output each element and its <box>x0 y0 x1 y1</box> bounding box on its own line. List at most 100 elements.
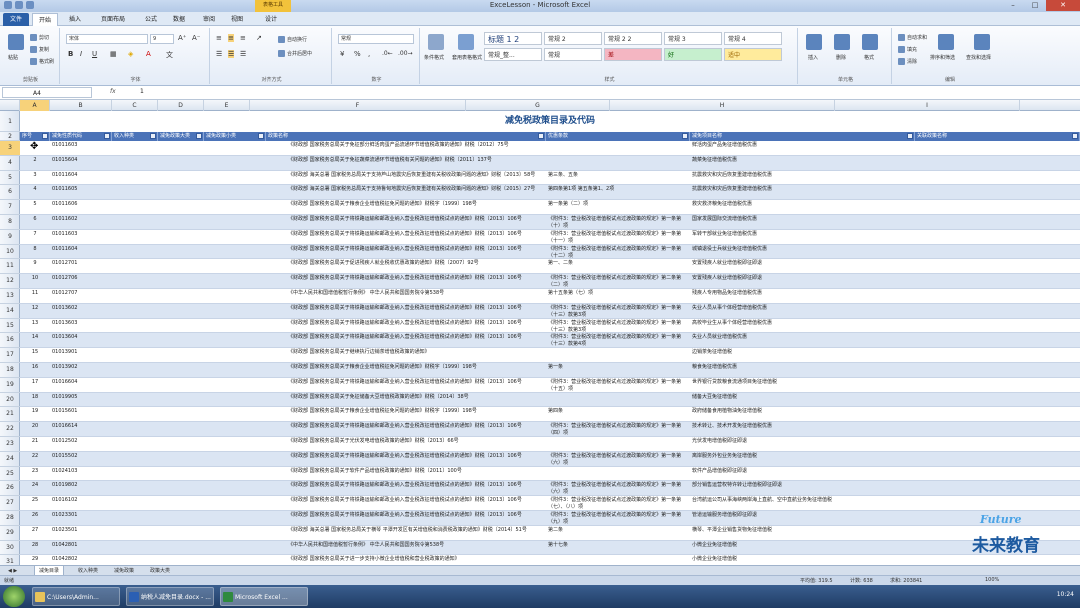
format-as-table-button[interactable]: 套用表格格式 <box>452 54 482 61</box>
cell-code[interactable]: 01011603 <box>50 230 112 245</box>
row-header[interactable]: 7 <box>0 200 20 215</box>
cell-clause[interactable]: 第一条第（二）项 <box>546 200 690 215</box>
cell-clause[interactable]: 第一条 <box>546 363 690 378</box>
start-button-icon[interactable] <box>3 586 25 607</box>
cell-policy[interactable]: 《财政部 国家税务总局关于免征部分鲜活肉蛋产品流通环节增值税政策的通知》财税〔2… <box>286 141 548 156</box>
cell-policy[interactable]: 《财政部 国家税务总局关于将铁路运输和邮政业纳入营业税改征增值税试点的通知》财税… <box>286 378 548 393</box>
cell-code[interactable]: 01015601 <box>50 407 112 422</box>
paste-button[interactable]: 粘贴 <box>8 54 18 61</box>
percent-icon[interactable]: % <box>354 50 361 58</box>
sheet-title[interactable]: 减免税政策目录及代码 <box>20 111 1080 132</box>
cell-item[interactable]: 蔬菜免征增值税优惠 <box>690 156 915 171</box>
delete-cells-icon[interactable] <box>834 34 850 50</box>
cell-item[interactable]: 世界银行贷款粮食流通项目免征增值税 <box>690 378 915 393</box>
cell-clause[interactable] <box>546 141 690 156</box>
row-header[interactable]: 19 <box>0 378 20 393</box>
tab-design[interactable]: 设计 <box>256 13 286 26</box>
cell-style-swatch[interactable]: 常规 2 <box>544 32 602 45</box>
row-header[interactable]: 11 <box>0 259 20 275</box>
cell-n[interactable]: 27 <box>20 526 50 541</box>
align-left-icon[interactable]: ☰ <box>216 50 222 58</box>
tab-file[interactable]: 文件 <box>3 13 29 26</box>
align-middle-icon[interactable]: ≡ <box>228 34 234 42</box>
cell-n[interactable]: 19 <box>20 407 50 422</box>
cell-style-swatch[interactable]: 差 <box>604 48 662 61</box>
cell-code[interactable]: 01013603 <box>50 319 112 334</box>
cell-clause[interactable]: 《附件3：营业税改征增值税试点过渡政策的规定》第一条第（十三）款第4项 <box>546 333 690 348</box>
row-header[interactable]: 3 <box>0 141 20 156</box>
cell-policy[interactable]: 《财政部 国家税务总局关于将铁路运输和邮政业纳入营业税改征增值税试点的通知》财税… <box>286 304 548 319</box>
cell-style-swatch[interactable]: 好 <box>664 48 722 61</box>
sort-filter-icon[interactable] <box>938 34 954 50</box>
cell-code[interactable]: 01016614 <box>50 422 112 437</box>
cell-item[interactable]: 失业人员从事个体经营增值税优惠 <box>690 304 915 319</box>
cell-item[interactable]: 管道运输服务增值税即征即退 <box>690 511 915 526</box>
number-format-select[interactable]: 常规 <box>338 34 414 44</box>
maximize-icon[interactable]: □ <box>1024 0 1046 11</box>
cell-policy[interactable]: 《财政部 海关总署 国家税务总局关于横琴 平潭开发区有关增值税和消费税政策的通知… <box>286 526 548 541</box>
cell-n[interactable]: 4 <box>20 185 50 200</box>
cell-policy[interactable]: 《财政部 国家税务总局关于免征储备大豆增值税政策的通知》财税〔2014〕38号 <box>286 393 548 408</box>
cell-n[interactable]: 18 <box>20 393 50 408</box>
cell-item[interactable]: 抗震救灾和灾后恢复重建增值税优惠 <box>690 171 915 186</box>
wrap-text-button[interactable]: 自动换行 <box>278 36 307 43</box>
table-row[interactable]: 20 01016614 《财政部 国家税务总局关于将铁路运输和邮政业纳入营业税改征增… <box>20 422 1080 437</box>
format-as-table-icon[interactable] <box>458 34 474 50</box>
cell-n[interactable]: 29 <box>20 555 50 565</box>
cell-style-swatch[interactable]: 常规_整... <box>484 48 542 61</box>
cell-policy[interactable]: 《财政部 国家税务总局关于粮食企业增值税征免问题的通知》财税字〔1999〕198… <box>286 200 548 215</box>
cell-clause[interactable]: 《附件3：营业税改征增值税试点过渡政策的规定》第一条第（六）项 <box>546 452 690 467</box>
fill-color-icon[interactable]: ◈ <box>128 50 133 58</box>
cell-style-swatch[interactable]: 常规 4 <box>724 32 782 45</box>
sort-filter-button[interactable]: 排序和筛选 <box>930 54 955 61</box>
cell-code[interactable]: 01013602 <box>50 304 112 319</box>
row-header[interactable]: 14 <box>0 304 20 319</box>
cell-item[interactable]: 高校毕业生从事个体经营增值税优惠 <box>690 319 915 334</box>
table-row[interactable]: 3 01011604 《财政部 海关总署 国家税务总局关于支持芦山地震灾后恢复重建有… <box>20 171 1080 186</box>
table-row[interactable]: 8 01011604 《财政部 国家税务总局关于将铁路运输和邮政业纳入营业税改征增值… <box>20 244 1080 260</box>
cell-code[interactable]: 01013902 <box>50 363 112 378</box>
cell-code[interactable]: 01011604 <box>50 171 112 186</box>
cell-n[interactable]: 8 <box>20 245 50 260</box>
cell-n[interactable]: 26 <box>20 511 50 526</box>
cell-clause[interactable]: 第二条 <box>546 526 690 541</box>
cell-code[interactable]: 01016604 <box>50 378 112 393</box>
row-header[interactable]: 27 <box>0 496 20 511</box>
copy-button[interactable]: 复制 <box>30 46 49 53</box>
cell-policy[interactable]: 《财政部 国家税务总局关于将铁路运输和邮政业纳入营业税改征增值税试点的通知》财税… <box>286 274 548 289</box>
row-header[interactable]: 10 <box>0 245 20 260</box>
cell-n[interactable]: 15 <box>20 348 50 363</box>
cell-policy[interactable]: 《财政部 国家税务总局关于将铁路运输和邮政业纳入营业税改征增值税试点的通知》财税… <box>286 333 548 348</box>
column-header[interactable]: H <box>610 100 835 111</box>
cell-policy[interactable]: 《财政部 国家税务总局关于促进残疾人就业税收优惠政策的通知》财税〔2007〕92… <box>286 259 548 274</box>
cell-item[interactable]: 小微企业免征增值税 <box>690 555 915 565</box>
cell-item[interactable]: 横琴、平潭企业销售货物免征增值税 <box>690 526 915 541</box>
align-bottom-icon[interactable]: ≡ <box>240 34 246 42</box>
cell-clause[interactable]: 《附件3：营业税改征增值税试点过渡政策的规定》第一条第（十二）项 <box>546 245 690 260</box>
row-header[interactable]: 17 <box>0 348 20 363</box>
cell-item[interactable]: 部分销售运营权特许转让增值税即征即退 <box>690 481 915 496</box>
comma-icon[interactable]: , <box>368 50 370 58</box>
table-row[interactable]: 5 01011606 《财政部 国家税务总局关于粮食企业增值税征免问题的通知》财税字… <box>20 200 1080 215</box>
row-header[interactable]: 29 <box>0 526 20 541</box>
bold-icon[interactable]: B <box>68 50 73 58</box>
row-header[interactable]: 9 <box>0 230 20 245</box>
cell-n[interactable]: 22 <box>20 452 50 467</box>
row-header[interactable]: 21 <box>0 407 20 423</box>
cell-policy[interactable]: 《财政部 国家税务总局关于将铁路运输和邮政业纳入营业税改征增值税试点的通知》财税… <box>286 422 548 437</box>
phonetic-icon[interactable]: 文 <box>166 50 173 60</box>
cell-policy[interactable]: 《财政部 国家税务总局关于将铁路运输和邮政业纳入营业税改征增值税试点的通知》财税… <box>286 230 548 245</box>
filter-dropdown-icon[interactable] <box>907 133 913 139</box>
column-header[interactable]: I <box>835 100 1020 111</box>
cell-clause[interactable]: 《附件3：营业税改征增值税试点过渡政策的规定》第一条第（四）项 <box>546 422 690 437</box>
cell-n[interactable]: 14 <box>20 333 50 348</box>
column-header[interactable]: D <box>158 100 204 111</box>
cut-button[interactable]: 剪切 <box>30 34 49 41</box>
increase-decimal-icon[interactable]: .0← <box>382 50 393 57</box>
table-row[interactable]: 10 01012706 《财政部 国家税务总局关于将铁路运输和邮政业纳入营业税改征增… <box>20 274 1080 289</box>
minimize-icon[interactable]: – <box>1002 0 1024 11</box>
cell-item[interactable]: 军转干部就业免征增值税优惠 <box>690 230 915 245</box>
row-header[interactable]: 25 <box>0 467 20 482</box>
table-row[interactable]: 25 01016102 《财政部 国家税务总局关于将铁路运输和邮政业纳入营业税改征增… <box>20 496 1080 511</box>
table-row[interactable]: 18 01019905 《财政部 国家税务总局关于免征储备大豆增值税政策的通知》财税… <box>20 392 1080 408</box>
